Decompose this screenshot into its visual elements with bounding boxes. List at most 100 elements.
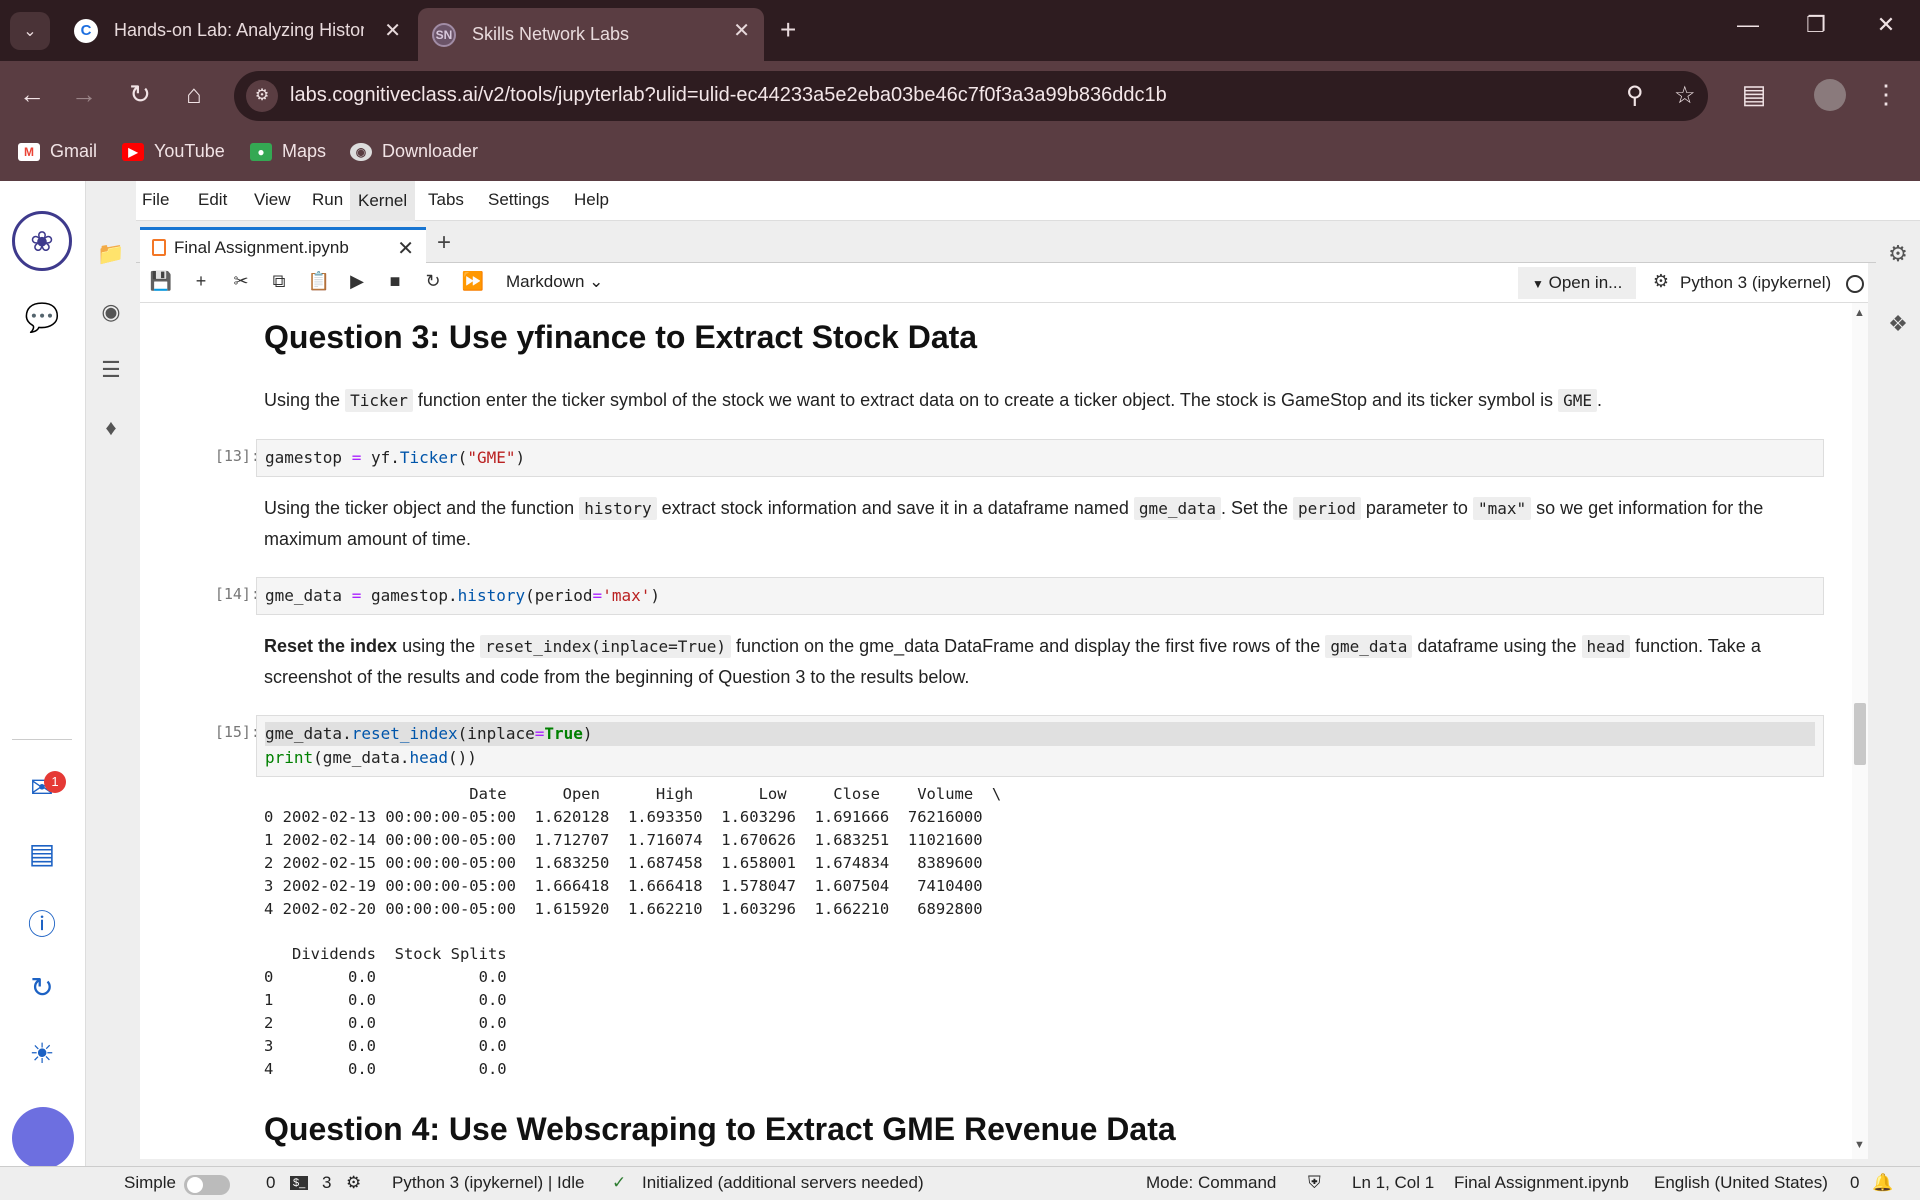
menu-view[interactable]: View [246, 190, 299, 210]
notification-count[interactable]: 0 [1850, 1173, 1859, 1193]
extensions-icon[interactable]: ▤ [1736, 79, 1772, 110]
address-bar[interactable]: ⚙ labs.cognitiveclass.ai/v2/tools/jupyte… [234, 71, 1708, 121]
terminals-count[interactable]: 0 [266, 1173, 275, 1193]
menu-tabs[interactable]: Tabs [420, 190, 472, 210]
file-name: Final Assignment.ipynb [1454, 1173, 1629, 1192]
cell-type-select[interactable]: Markdown ⌄ [506, 272, 603, 292]
markdown-cell-history[interactable]: Using the ticker object and the function… [264, 493, 1824, 555]
skills-network-rail: ❀ 💬 ✉ 1 ▤ ⓘ ↻ ☀ [0, 181, 86, 1169]
profile-avatar[interactable] [1814, 79, 1846, 111]
bookmark-gmail[interactable]: M Gmail [18, 141, 97, 162]
kernel-status-text[interactable]: Python 3 (ipykernel) | Idle [392, 1173, 584, 1193]
reload-icon[interactable]: ↻ [122, 79, 158, 110]
status-bar: Simple 0 $_ 3 ⚙ Python 3 (ipykernel) | I… [0, 1166, 1920, 1200]
bell-icon[interactable]: 🔔 [1872, 1173, 1893, 1193]
trusted-shield-icon[interactable]: ⛨ [1308, 1173, 1321, 1193]
output-header-row: Dividends Stock Splits [264, 945, 507, 963]
markdown-cell-reset-index[interactable]: Reset the index using the reset_index(in… [264, 631, 1824, 693]
user-avatar[interactable] [12, 1107, 74, 1169]
cell-output-table-2: Dividends Stock Splits 0 0.0 0.0 1 0.0 0.0… [264, 943, 507, 1081]
debugger-icon[interactable]: ❖ [1884, 311, 1912, 337]
menu-edit[interactable]: Edit [190, 190, 235, 210]
code-cell-14[interactable]: gme_data = gamestop.history(period='max'… [256, 577, 1824, 615]
run-icon[interactable]: ▶ [344, 271, 370, 292]
close-icon[interactable]: ✕ [397, 236, 414, 261]
minimize-icon[interactable]: — [1728, 12, 1768, 38]
tab-final-assignment[interactable]: Final Assignment.ipynb ✕ [140, 227, 426, 264]
back-icon[interactable]: ← [14, 79, 50, 110]
restore-icon[interactable]: ❐ [1796, 12, 1836, 38]
sync-icon[interactable]: ↻ [15, 971, 69, 1004]
new-tab-icon[interactable]: + [780, 14, 796, 46]
code-line: gme_data = gamestop.history(period='max'… [265, 586, 660, 605]
skills-network-logo-icon[interactable]: ❀ [12, 211, 72, 271]
scroll-thumb[interactable] [1854, 703, 1866, 765]
debugger-icon[interactable]: ⚙ [1648, 271, 1674, 292]
lsp-status[interactable]: Initialized (additional servers needed) [642, 1173, 924, 1193]
menu-settings[interactable]: Settings [480, 190, 557, 210]
bookmark-youtube[interactable]: ▶ YouTube [122, 141, 225, 162]
menu-file[interactable]: File [134, 190, 177, 210]
scroll-up-icon[interactable]: ▲ [1854, 307, 1865, 319]
display-language[interactable]: English (United States) [1654, 1173, 1828, 1193]
globe-icon: ◉ [350, 142, 372, 161]
browser-tab-skills-network[interactable]: SN Skills Network Labs ✕ [418, 8, 764, 61]
bookmark-label: Maps [282, 141, 327, 161]
extensions-puzzle-icon[interactable]: ♦ [96, 415, 126, 441]
tab-search-button[interactable]: ⌄ [10, 12, 50, 50]
close-tab-icon[interactable]: ✕ [733, 18, 750, 43]
paste-icon[interactable]: 📋 [306, 271, 332, 292]
bookmark-star-icon[interactable]: ☆ [1674, 81, 1696, 110]
open-in-button[interactable]: ▼ Open in... [1518, 267, 1636, 299]
insert-cell-icon[interactable]: + [188, 271, 214, 292]
add-tab-icon[interactable]: + [428, 229, 460, 261]
theme-icon[interactable]: ☀ [15, 1037, 69, 1070]
simple-mode-toggle[interactable] [184, 1175, 230, 1195]
instructions-icon[interactable]: ▤ [15, 837, 69, 870]
markdown-cell-q4[interactable]: Question 4: Use Webscraping to Extract G… [264, 1109, 1824, 1149]
doc-tab-label: Final Assignment.ipynb [174, 238, 349, 257]
url-text[interactable]: labs.cognitiveclass.ai/v2/tools/jupyterl… [290, 84, 1167, 107]
table-of-contents-icon[interactable]: ☰ [96, 357, 126, 383]
home-icon[interactable]: ⌂ [176, 79, 212, 110]
more-menu-icon[interactable]: ⋮ [1868, 79, 1904, 110]
markdown-cell-q3[interactable]: Question 3: Use yfinance to Extract Stoc… [264, 317, 1824, 357]
cursor-position[interactable]: Ln 1, Col 1 [1352, 1173, 1434, 1193]
site-info-icon[interactable]: ⚙ [246, 80, 278, 112]
menu-kernel[interactable]: Kernel [350, 181, 416, 221]
close-window-icon[interactable]: ✕ [1866, 12, 1906, 38]
help-icon[interactable]: ⓘ [15, 903, 69, 943]
cell-output-table-1: Date Open High Low Close Volume \ 0 2002-… [264, 783, 1001, 921]
running-kernels-icon[interactable]: ◉ [96, 299, 126, 325]
notebook-panel[interactable]: Question 3: Use yfinance to Extract Stoc… [140, 303, 1852, 1159]
scroll-down-icon[interactable]: ▼ [1854, 1139, 1865, 1151]
folder-icon[interactable]: 📁 [96, 241, 126, 267]
output-row: 0 0.0 0.0 [264, 968, 507, 986]
code-cell-15[interactable]: gme_data.reset_index(inplace=True) print(… [256, 715, 1824, 777]
tab-title: Skills Network Labs [472, 24, 630, 44]
stop-icon[interactable]: ■ [382, 271, 408, 292]
kernel-name-button[interactable]: Python 3 (ipykernel) [1680, 273, 1831, 293]
browser-tab-hands-on-lab[interactable]: C Hands-on Lab: Analyzing Histor ✕ [60, 8, 415, 53]
tab-title: Hands-on Lab: Analyzing Histor [114, 20, 364, 40]
forward-icon[interactable]: → [66, 79, 102, 110]
menu-run[interactable]: Run [304, 190, 351, 210]
chat-assistant-icon[interactable]: 💬 [15, 301, 69, 334]
browser-tab-strip: ⌄ C Hands-on Lab: Analyzing Histor ✕ SN … [0, 0, 1920, 61]
zoom-icon[interactable]: ⚲ [1626, 81, 1644, 110]
kernels-count[interactable]: 3 [322, 1173, 331, 1193]
restart-icon[interactable]: ↻ [420, 271, 446, 292]
copy-icon[interactable]: ⧉ [266, 271, 292, 292]
close-tab-icon[interactable]: ✕ [384, 18, 401, 43]
property-inspector-icon[interactable]: ⚙ [1884, 241, 1912, 267]
code-cell-13[interactable]: gamestop = yf.Ticker("GME") [256, 439, 1824, 477]
text: . Set the [1220, 498, 1289, 518]
bookmark-downloader[interactable]: ◉ Downloader [350, 141, 478, 162]
fast-forward-icon[interactable]: ⏩ [460, 271, 486, 292]
notebook-scrollbar[interactable]: ▲ ▼ [1852, 303, 1868, 1159]
bookmark-maps[interactable]: ● Maps [250, 141, 326, 162]
cut-icon[interactable]: ✂ [228, 271, 254, 292]
menu-help[interactable]: Help [566, 190, 617, 210]
save-icon[interactable]: 💾 [148, 271, 174, 292]
markdown-cell-ticker[interactable]: Using the Ticker function enter the tick… [264, 385, 1824, 416]
